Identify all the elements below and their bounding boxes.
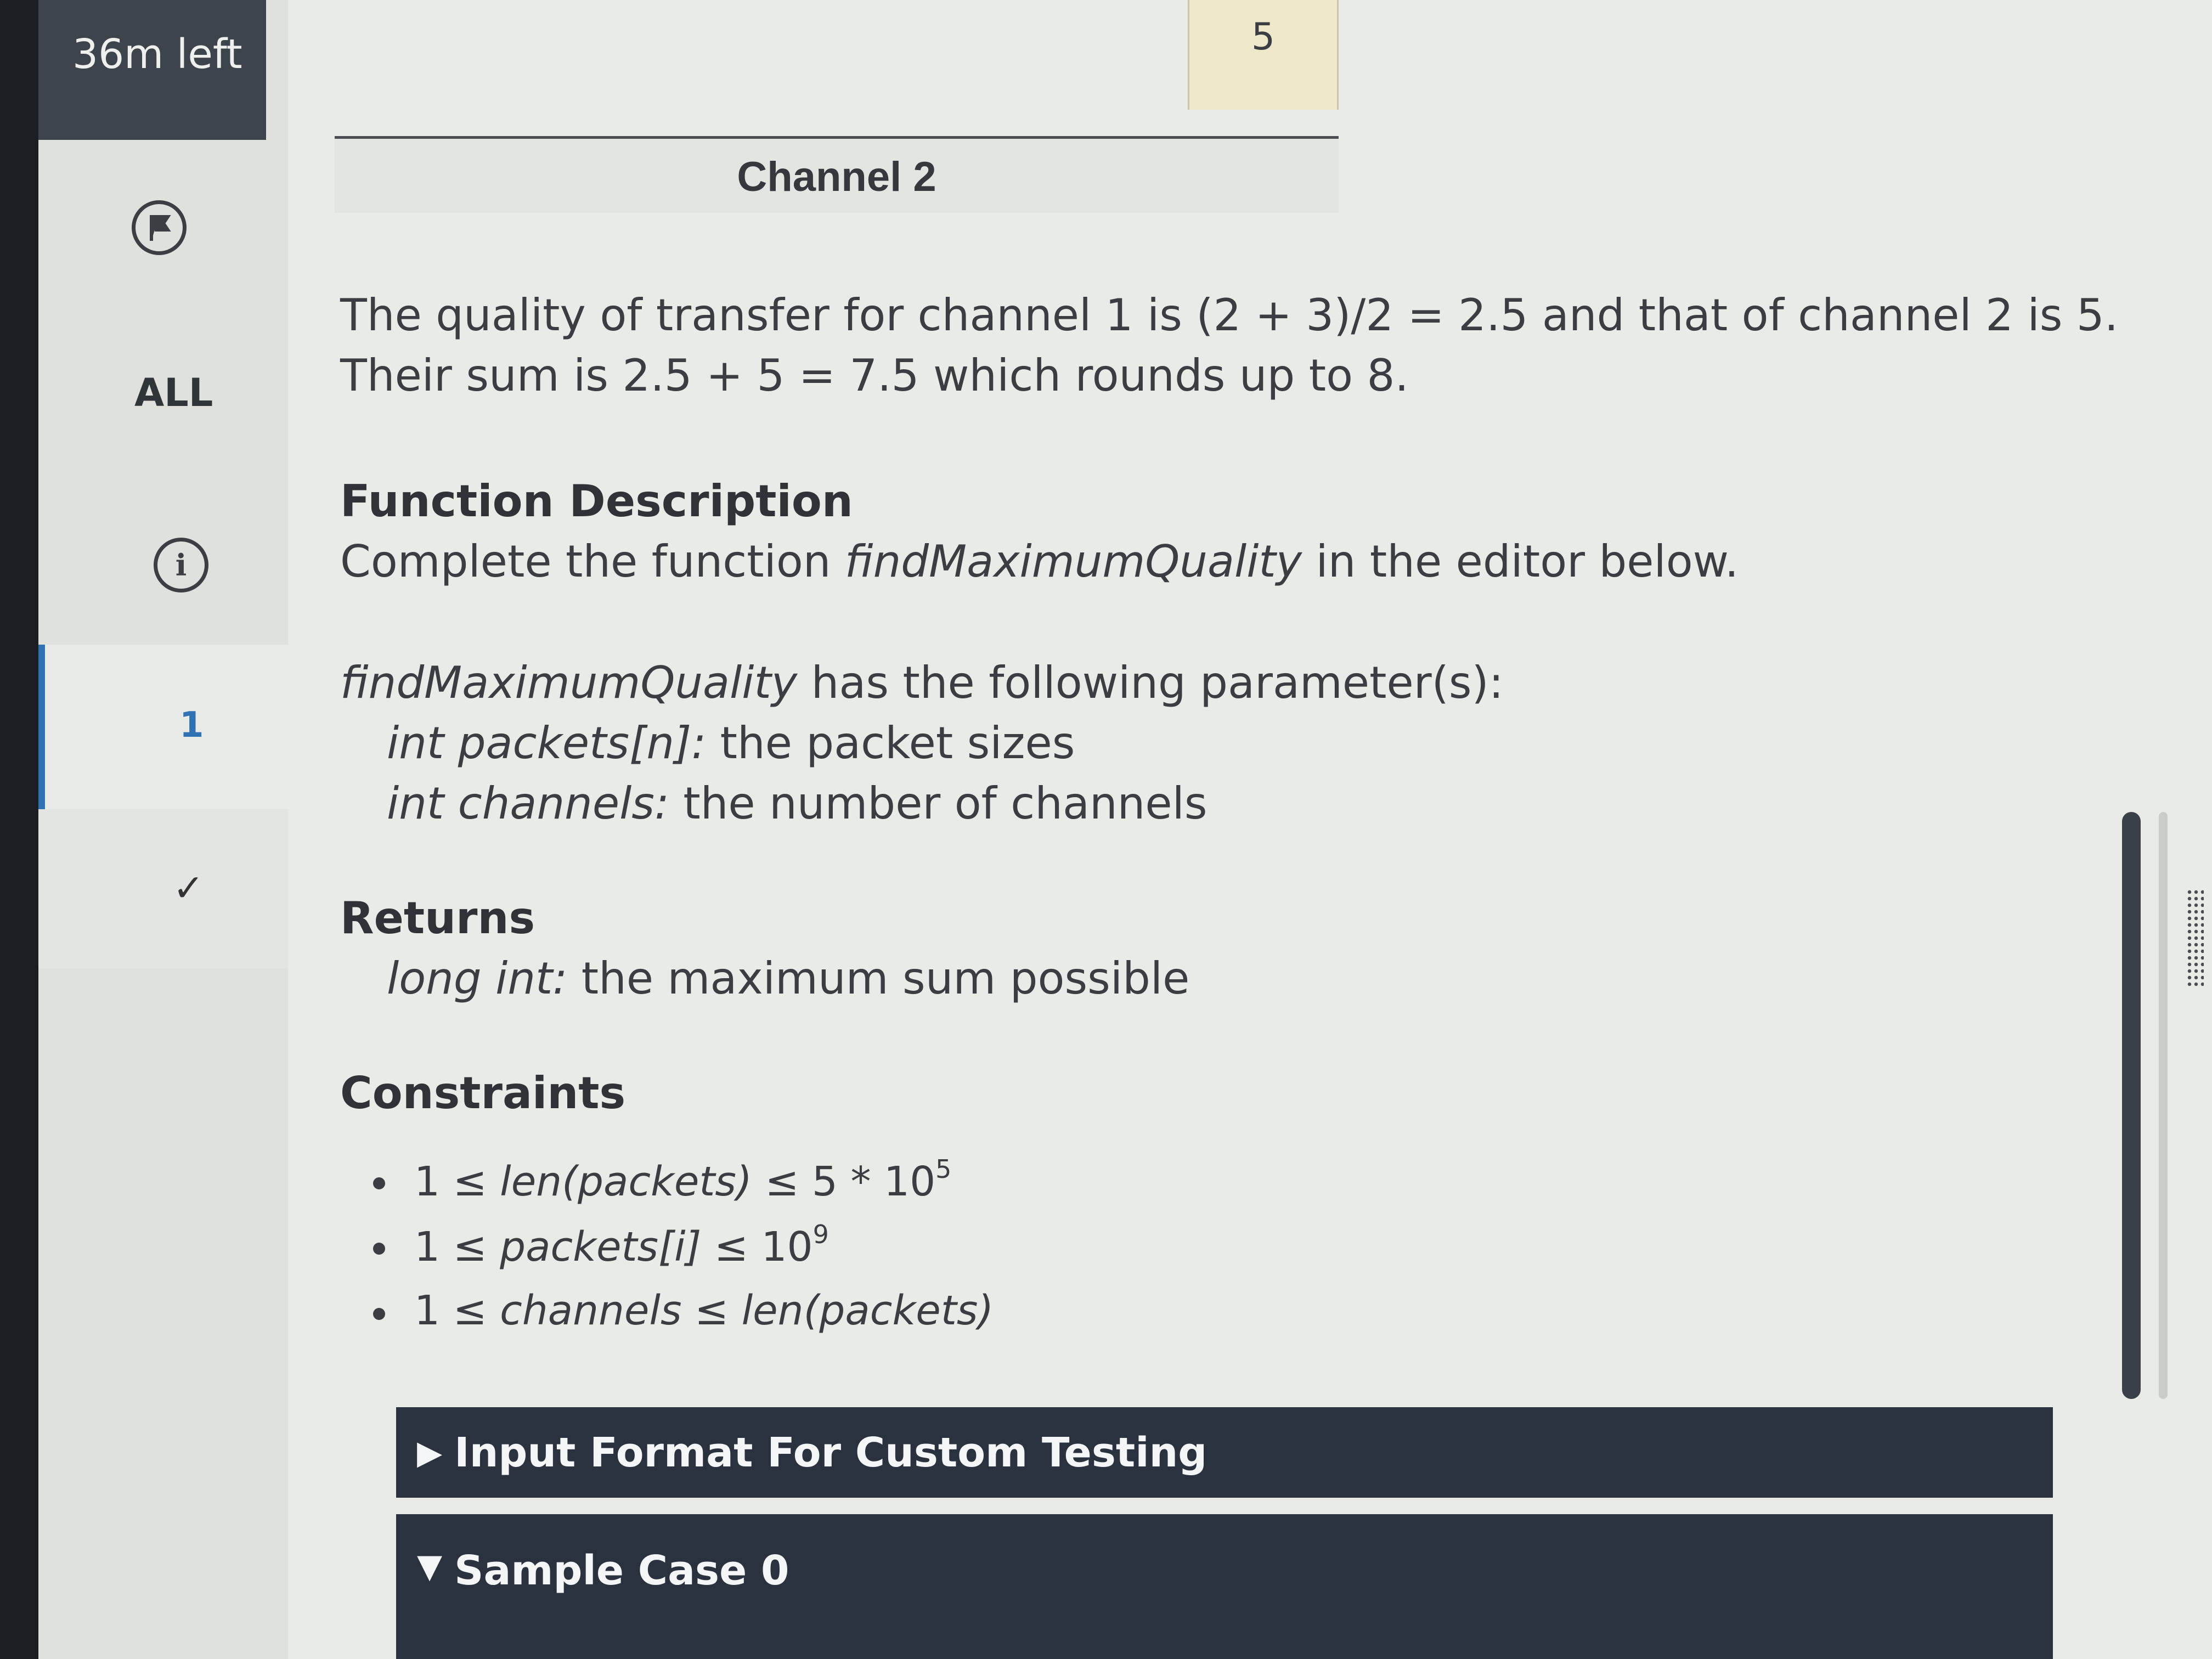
returns-heading: Returns (340, 892, 535, 944)
constraints-heading: Constraints (340, 1067, 626, 1119)
constraints-list: 1 ≤ len(packets) ≤ 5 * 105 1 ≤ packets[i… (340, 1152, 2151, 1339)
constraint-expr: channels (500, 1287, 682, 1335)
info-icon[interactable]: i (154, 538, 208, 592)
function-description-heading: Function Description (340, 475, 853, 527)
sidebar-all-label: ALL (134, 370, 213, 415)
flag-icon[interactable] (132, 200, 187, 255)
sample-case-toggle[interactable]: ▼ Sample Case 0 (396, 1514, 2053, 1659)
fd-text-suffix: in the editor below. (1302, 536, 1739, 588)
function-name: findMaximumQuality (844, 536, 1302, 588)
parameter-desc: the packet sizes (706, 717, 1075, 769)
parameter-desc: the number of channels (669, 778, 1207, 830)
returns-desc: the maximum sum possible (567, 953, 1190, 1005)
constraints-section: Constraints 1 ≤ len(packets) ≤ 5 * 105 1… (340, 1063, 2151, 1339)
scrollbar-thumb[interactable] (2122, 812, 2141, 1399)
sidebar: 36m left ALL i 1 ✓ (38, 0, 288, 1659)
constraint-pre: 1 ≤ (414, 1287, 500, 1335)
collapse-arrow-icon: ▼ (417, 1547, 443, 1585)
sidebar-item-navigate[interactable] (38, 140, 288, 348)
sidebar-item-all[interactable]: ALL (38, 348, 288, 436)
param-function-name: findMaximumQuality (340, 657, 798, 708)
table-header-row: Channel 2 (335, 139, 1339, 213)
constraint-item: 1 ≤ channels ≤ len(packets) (373, 1283, 2151, 1339)
constraint-post: ≤ 10 (701, 1223, 813, 1271)
parameters-section: findMaximumQuality has the following par… (340, 653, 2151, 834)
function-description-text: Complete the function findMaximumQuality… (340, 532, 2151, 592)
constraint-item: 1 ≤ packets[i] ≤ 109 (373, 1217, 2151, 1275)
constraint-post: ≤ (681, 1287, 742, 1335)
constraint-expr: len(packets) (500, 1158, 752, 1206)
parameter-name: int packets[n]: (387, 717, 707, 769)
timer-box: 36m left (38, 0, 266, 140)
check-icon: ✓ (173, 867, 204, 910)
parameter-item: int packets[n]: the packet sizes (340, 713, 2151, 774)
constraint-exponent: 9 (812, 1220, 829, 1250)
sidebar-item-question-1[interactable]: 1 (38, 645, 288, 809)
input-format-label: Input Format For Custom Testing (454, 1429, 1207, 1476)
returns-type: long int: (387, 953, 568, 1005)
window-edge (0, 0, 38, 1659)
sidebar-item-info[interactable]: i (38, 436, 288, 645)
parameters-intro-text: has the following parameter(s): (797, 657, 1504, 708)
input-format-toggle[interactable]: ▶ Input Format For Custom Testing (396, 1407, 2053, 1498)
returns-text: long int: the maximum sum possible (340, 949, 2151, 1009)
function-description-section: Function Description Complete the functi… (340, 471, 2151, 592)
constraint-exponent: 5 (935, 1154, 952, 1184)
parameters-intro: findMaximumQuality has the following par… (340, 653, 2151, 713)
table-header-cell: Channel 2 (737, 154, 936, 200)
parameter-item: int channels: the number of channels (340, 774, 2151, 834)
expand-arrow-icon: ▶ (417, 1433, 443, 1472)
question-number: 1 (179, 705, 204, 746)
constraint-pre: 1 ≤ (414, 1223, 500, 1271)
fd-text-prefix: Complete the function (340, 536, 845, 588)
parameter-name: int channels: (387, 778, 669, 830)
sample-case-label: Sample Case 0 (454, 1547, 789, 1594)
scrollbar-track[interactable] (2159, 812, 2168, 1399)
constraint-expr: packets[i] (500, 1223, 702, 1271)
constraint-pre: 1 ≤ (414, 1158, 500, 1206)
explanation-text: The quality of transfer for channel 1 is… (340, 290, 2119, 402)
constraint-item: 1 ≤ len(packets) ≤ 5 * 105 (373, 1152, 2151, 1210)
panel-resize-handle[interactable] (2186, 889, 2204, 988)
returns-section: Returns long int: the maximum sum possib… (340, 888, 2151, 1009)
timer-text: 36m left (72, 31, 242, 78)
table-value-cell: 5 (1188, 0, 1339, 110)
constraint-expr-2: len(packets) (741, 1287, 994, 1335)
sidebar-item-submitted[interactable]: ✓ (38, 809, 288, 968)
constraint-post: ≤ 5 * 10 (752, 1158, 936, 1206)
problem-statement: The quality of transfer for channel 1 is… (340, 285, 2151, 1346)
